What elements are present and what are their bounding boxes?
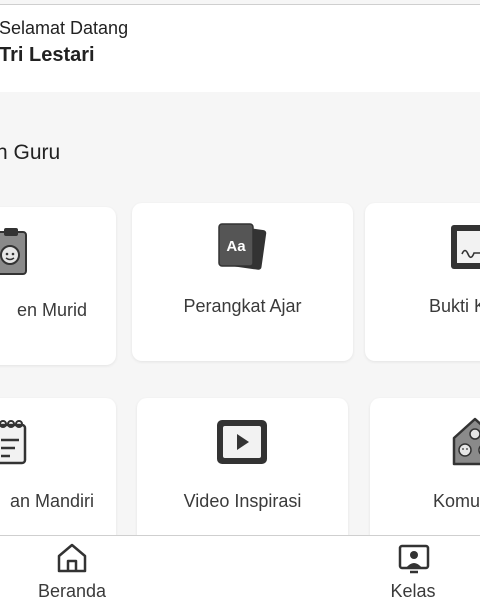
section-title: n Guru — [0, 141, 61, 164]
menu-card-label: Video Inspirasi — [183, 491, 302, 511]
nav-home-label: Beranda — [37, 581, 107, 601]
classroom-icon — [398, 544, 430, 574]
notepad-icon — [0, 420, 27, 465]
nav-classroom-label: Kelas — [390, 581, 436, 601]
bottom-navigation: Beranda Kelas — [0, 535, 480, 609]
home-icon — [57, 543, 87, 573]
video-play-icon — [217, 420, 267, 464]
nav-home[interactable]: Beranda — [22, 536, 122, 608]
book-icon: Aa — [218, 223, 267, 270]
menu-card-label: an Mandiri — [9, 491, 95, 511]
menu-card-student[interactable]: en Murid — [0, 207, 116, 365]
menu-card-community[interactable]: Komu — [370, 398, 480, 556]
community-house-icon — [452, 417, 480, 466]
nav-classroom[interactable]: Kelas — [368, 536, 458, 608]
svg-text:Aa: Aa — [226, 238, 246, 255]
menu-card-label: Komu — [433, 491, 480, 511]
user-name: Tri Lestari — [0, 44, 95, 66]
menu-card-teaching-materials[interactable]: Aa Perangkat Ajar — [132, 203, 353, 361]
menu-card-label: Perangkat Ajar — [183, 296, 302, 316]
menu-card-label: Bukti K — [429, 296, 480, 316]
menu-card-evidence[interactable]: Bukti K — [365, 203, 480, 361]
app-screen: Selamat Datang Tri Lestari n Guru en Mur… — [0, 0, 480, 609]
student-clipboard-icon — [0, 228, 27, 275]
menu-card-independent[interactable]: an Mandiri — [0, 398, 116, 556]
greeting-text: Selamat Datang — [0, 18, 129, 38]
menu-card-video[interactable]: Video Inspirasi — [137, 398, 348, 556]
greeting-header: Selamat Datang Tri Lestari — [0, 5, 480, 92]
menu-card-label: en Murid — [16, 300, 88, 320]
certificate-icon — [451, 225, 480, 269]
